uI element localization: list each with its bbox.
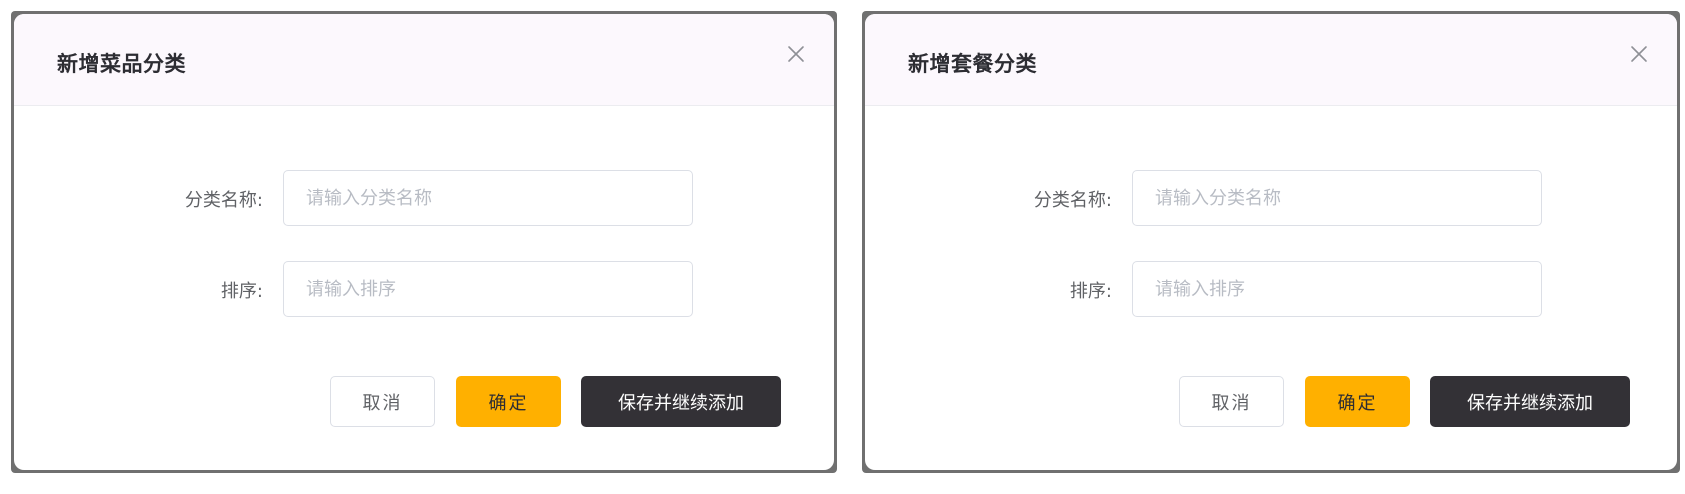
- confirm-button[interactable]: 确定: [1305, 376, 1410, 427]
- dialog-title: 新增套餐分类: [908, 52, 1037, 76]
- sort-input[interactable]: [1132, 261, 1542, 317]
- setmeal-category-dialog-frame: 新增套餐分类 分类名称: 排序: 取消 确定 保存并继续添加: [862, 11, 1680, 473]
- sort-label: 排序:: [220, 281, 263, 302]
- category-name-input[interactable]: [283, 170, 693, 226]
- dialog-header: 新增套餐分类: [865, 14, 1677, 106]
- screen: 新增菜品分类 分类名称: 排序: 取消 确定 保存并继续添加: [0, 0, 1685, 494]
- category-name-label: 分类名称:: [1033, 190, 1112, 211]
- cancel-button[interactable]: 取消: [330, 376, 435, 427]
- close-button[interactable]: [1627, 42, 1651, 66]
- dialog-title: 新增菜品分类: [57, 52, 186, 76]
- dish-category-dialog: 新增菜品分类 分类名称: 排序: 取消 确定 保存并继续添加: [14, 14, 834, 470]
- sort-label: 排序:: [1069, 281, 1112, 302]
- category-name-label: 分类名称:: [184, 190, 263, 211]
- cancel-button[interactable]: 取消: [1179, 376, 1284, 427]
- sort-row: 排序:: [14, 261, 834, 317]
- sort-row: 排序:: [865, 261, 1677, 317]
- setmeal-category-dialog: 新增套餐分类 分类名称: 排序: 取消 确定 保存并继续添加: [865, 14, 1677, 470]
- close-icon: [788, 46, 804, 62]
- confirm-button[interactable]: 确定: [456, 376, 561, 427]
- close-button[interactable]: [784, 42, 808, 66]
- dish-category-dialog-frame: 新增菜品分类 分类名称: 排序: 取消 确定 保存并继续添加: [11, 11, 837, 473]
- category-name-row: 分类名称:: [865, 170, 1677, 226]
- save-and-continue-button[interactable]: 保存并继续添加: [581, 376, 781, 427]
- close-icon: [1631, 46, 1647, 62]
- sort-input[interactable]: [283, 261, 693, 317]
- category-name-row: 分类名称:: [14, 170, 834, 226]
- save-and-continue-button[interactable]: 保存并继续添加: [1430, 376, 1630, 427]
- category-name-input[interactable]: [1132, 170, 1542, 226]
- dialog-header: 新增菜品分类: [14, 14, 834, 106]
